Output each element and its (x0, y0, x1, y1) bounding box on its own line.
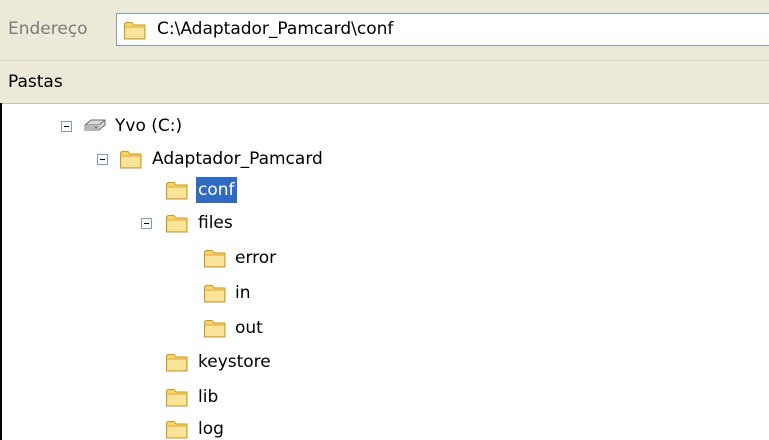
tree-item-label: lib (198, 387, 219, 407)
folder-icon (203, 282, 227, 304)
tree-item-conf[interactable]: conf (0, 176, 400, 206)
folders-pane-title: Pastas (8, 72, 63, 92)
folder-icon (165, 212, 189, 234)
collapse-toggle[interactable] (141, 218, 152, 229)
folders-pane-header: Pastas (0, 61, 769, 104)
tree-item-lib[interactable]: lib (0, 382, 400, 412)
drive-icon (83, 115, 107, 137)
tree-item-label: log (198, 419, 224, 439)
tree-item-drive[interactable]: Yvo (C:) (0, 111, 400, 141)
tree-item-label: out (235, 318, 263, 338)
folder-icon (165, 386, 189, 408)
address-path[interactable]: C:\Adaptador_Pamcard\conf (157, 14, 393, 45)
tree-item-adaptador-pamcard[interactable]: Adaptador_Pamcard (0, 144, 400, 174)
tree-item-out[interactable]: out (0, 313, 400, 343)
collapse-toggle[interactable] (61, 121, 72, 132)
tree-item-label: files (198, 213, 233, 233)
tree-item-label: keystore (198, 352, 271, 372)
folder-icon (203, 247, 227, 269)
tree-item-label: conf (196, 177, 237, 203)
tree-item-error[interactable]: error (0, 243, 400, 273)
collapse-toggle[interactable] (97, 154, 108, 165)
tree-item-label: Adaptador_Pamcard (152, 149, 323, 169)
folder-icon (165, 351, 189, 373)
address-input[interactable]: C:\Adaptador_Pamcard\conf (116, 13, 769, 46)
tree-item-in[interactable]: in (0, 278, 400, 308)
tree-item-keystore[interactable]: keystore (0, 347, 400, 377)
folder-icon (165, 418, 189, 440)
folder-icon (165, 179, 189, 201)
tree-item-log[interactable]: log (0, 414, 400, 440)
folder-icon (203, 317, 227, 339)
tree-item-label: Yvo (C:) (115, 116, 183, 136)
address-label: Endereço (8, 19, 88, 39)
folder-icon (123, 19, 147, 41)
tree-item-label: in (235, 283, 251, 303)
tree-item-files[interactable]: files (0, 208, 400, 238)
address-bar: Endereço C:\Adaptador_Pamcard\conf (0, 0, 769, 61)
tree-item-label: error (235, 248, 277, 268)
folder-icon (119, 148, 143, 170)
